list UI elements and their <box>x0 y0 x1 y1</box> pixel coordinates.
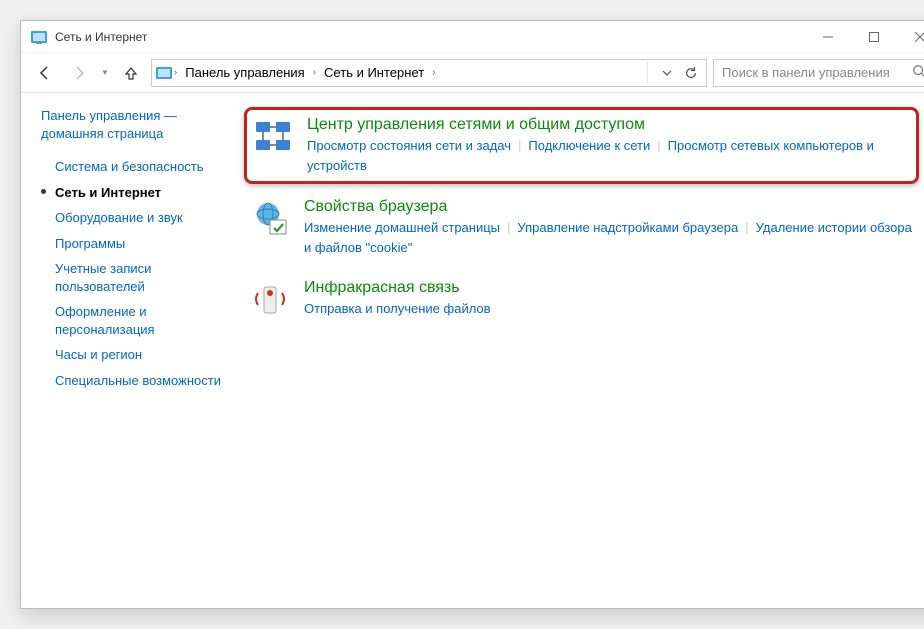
sidebar-item[interactable]: Учетные записи пользователей <box>41 256 224 299</box>
category-links: Просмотр состояния сети и задач|Подключе… <box>307 136 910 175</box>
sidebar-item[interactable]: Часы и регион <box>41 342 224 368</box>
category-title-link[interactable]: Свойства браузера <box>304 198 913 216</box>
close-button[interactable] <box>897 22 924 52</box>
network-sharing-icon <box>253 116 293 156</box>
history-dropdown-icon[interactable]: ▼ <box>99 68 111 77</box>
search-box[interactable] <box>713 59 924 87</box>
chevron-right-icon[interactable]: › <box>313 67 316 78</box>
category-links: Изменение домашней страницы|Управление н… <box>304 218 913 257</box>
category-body: Свойства браузера Изменение домашней стра… <box>304 198 913 257</box>
chevron-right-icon[interactable]: › <box>432 67 435 78</box>
category-body: Инфракрасная связь Отправка и получение ф… <box>304 279 913 319</box>
category-item: Свойства браузера Изменение домашней стра… <box>244 190 919 265</box>
main-content: Центр управления сетями и общим доступом… <box>236 93 924 608</box>
breadcrumb-item[interactable]: Панель управления <box>179 63 310 82</box>
sidebar-item[interactable]: Оформление и персонализация <box>41 299 224 342</box>
navigation-bar: ▼ › Панель управления › Сеть и Интернет … <box>21 53 924 93</box>
title-bar: Сеть и Интернет <box>21 21 924 53</box>
address-bar[interactable]: › Панель управления › Сеть и Интернет › <box>151 59 707 87</box>
back-button[interactable] <box>31 59 59 87</box>
window-title: Сеть и Интернет <box>55 30 147 44</box>
maximize-button[interactable] <box>851 22 897 52</box>
refresh-button[interactable] <box>680 62 702 84</box>
sidebar-item[interactable]: Программы <box>41 231 224 257</box>
up-button[interactable] <box>117 59 145 87</box>
category-sublink[interactable]: Изменение домашней страницы <box>304 220 500 235</box>
minimize-button[interactable] <box>805 22 851 52</box>
sidebar: Панель управления — домашняя страница Си… <box>21 93 236 608</box>
category-sublink[interactable]: Управление надстройками браузера <box>517 220 738 235</box>
address-dropdown-icon[interactable] <box>656 62 678 84</box>
control-panel-icon <box>31 29 47 45</box>
category-sublink[interactable]: Просмотр состояния сети и задач <box>307 138 511 153</box>
link-separator: | <box>738 220 755 235</box>
link-separator: | <box>650 138 667 153</box>
sidebar-item[interactable]: Оборудование и звук <box>41 205 224 231</box>
category-title-link[interactable]: Центр управления сетями и общим доступом <box>307 116 910 134</box>
category-links: Отправка и получение файлов <box>304 299 913 319</box>
content-area: Панель управления — домашняя страница Си… <box>21 93 924 608</box>
sidebar-home-link[interactable]: Панель управления — домашняя страница <box>41 107 224 142</box>
forward-button[interactable] <box>65 59 93 87</box>
sidebar-item[interactable]: Система и безопасность <box>41 154 224 180</box>
category-item: Центр управления сетями и общим доступом… <box>244 107 919 184</box>
sidebar-item[interactable]: Специальные возможности <box>41 368 224 394</box>
category-sublink[interactable]: Отправка и получение файлов <box>304 301 491 316</box>
breadcrumb-item[interactable]: Сеть и Интернет <box>318 63 430 82</box>
link-separator: | <box>511 138 528 153</box>
control-panel-window: Сеть и Интернет ▼ › Панель управления <box>20 20 924 609</box>
category-item: Инфракрасная связь Отправка и получение ф… <box>244 271 919 327</box>
category-title-link[interactable]: Инфракрасная связь <box>304 279 913 297</box>
sidebar-item[interactable]: Сеть и Интернет <box>41 180 224 206</box>
link-separator: | <box>500 220 517 235</box>
search-input[interactable] <box>720 64 906 81</box>
control-panel-small-icon <box>156 65 172 81</box>
category-body: Центр управления сетями и общим доступом… <box>307 116 910 175</box>
internet-options-icon <box>250 198 290 238</box>
category-sublink[interactable]: Подключение к сети <box>528 138 650 153</box>
search-icon <box>912 64 924 81</box>
infrared-icon <box>250 279 290 319</box>
chevron-right-icon[interactable]: › <box>174 67 177 78</box>
